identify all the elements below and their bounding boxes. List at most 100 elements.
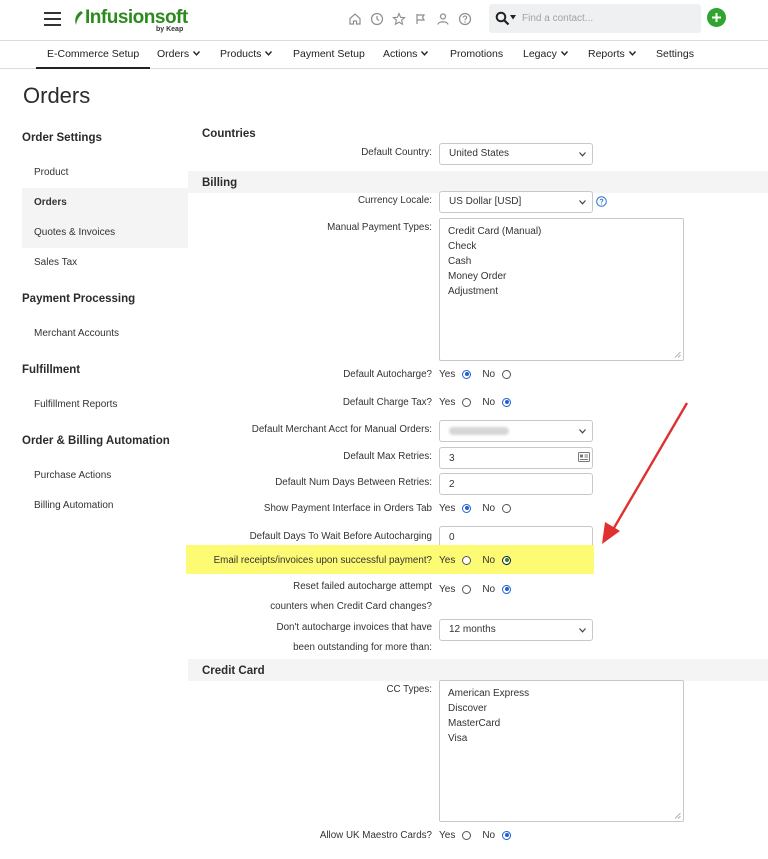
dont-autocharge-label-line-1: Don't autocharge invoices that have [276, 622, 432, 633]
chevron-down-icon [265, 51, 273, 56]
yes-label: Yes [439, 554, 456, 566]
nav-actions[interactable]: Actions [383, 41, 429, 69]
no-radio[interactable] [502, 830, 512, 840]
sidebar-item-product[interactable]: Product [22, 158, 188, 188]
yes-label: Yes [439, 396, 456, 408]
reset-failed-label-line-1: Reset failed autocharge attempt [293, 581, 432, 592]
no-radio[interactable] [502, 555, 512, 565]
sidebar-item-billing-automation[interactable]: Billing Automation [22, 491, 188, 521]
add-button[interactable] [707, 8, 726, 27]
contact-card-icon[interactable] [578, 452, 590, 462]
search-icon[interactable] [495, 11, 510, 26]
yes-radio[interactable] [462, 397, 472, 407]
yes-radio[interactable] [462, 555, 472, 565]
resize-handle-icon[interactable] [674, 812, 681, 819]
flag-icon[interactable] [413, 11, 429, 27]
list-item[interactable]: Adjustment [448, 284, 675, 299]
section-heading-countries: Countries [202, 128, 256, 140]
resize-handle-icon[interactable] [674, 351, 681, 358]
reset-failed-label: Reset failed autocharge attempt counters… [270, 577, 432, 617]
default-num-days-label: Default Num Days Between Retries: [275, 477, 432, 488]
no-label: No [482, 583, 496, 595]
currency-locale-label: Currency Locale: [357, 195, 432, 206]
page-title: Orders [23, 83, 91, 108]
default-max-retries-input[interactable] [439, 447, 593, 469]
no-radio[interactable] [502, 584, 512, 594]
nav-reports[interactable]: Reports [588, 41, 636, 69]
allow-maestro-label: Allow UK Maestro Cards? [319, 830, 432, 841]
no-radio[interactable] [502, 503, 512, 513]
sidebar-item-purchase-actions[interactable]: Purchase Actions [22, 461, 188, 491]
clock-icon[interactable] [369, 11, 385, 27]
list-item[interactable]: American Express [448, 686, 675, 701]
allow-maestro-radio: Yes No [439, 828, 522, 842]
sidebar-item-orders[interactable]: Orders [22, 188, 188, 218]
select-value: US Dollar [USD] [449, 196, 522, 207]
manual-payment-types-list[interactable]: Credit Card (Manual) Check Cash Money Or… [439, 218, 684, 361]
sidebar-item-merchant-accounts[interactable]: Merchant Accounts [22, 319, 188, 349]
star-icon[interactable] [391, 11, 407, 27]
no-radio[interactable] [502, 397, 512, 407]
yes-radio[interactable] [462, 584, 472, 594]
no-label: No [482, 554, 496, 566]
sidebar-item-fulfillment-reports[interactable]: Fulfillment Reports [22, 390, 188, 420]
nav-label: Legacy [523, 48, 557, 60]
no-radio[interactable] [502, 369, 512, 379]
annotation-arrow-icon [602, 402, 689, 544]
redacted-value [449, 427, 509, 435]
list-item[interactable]: Credit Card (Manual) [448, 224, 675, 239]
chevron-down-icon [421, 51, 429, 56]
list-item[interactable]: Visa [448, 731, 675, 746]
default-days-wait-label: Default Days To Wait Before Autocharging [249, 531, 432, 542]
show-payment-interface-radio: Yes No [439, 501, 522, 515]
default-charge-tax-label: Default Charge Tax? [342, 397, 432, 408]
nav-label: Settings [656, 48, 694, 60]
nav-ecommerce-setup[interactable]: E-Commerce Setup [36, 41, 151, 69]
plus-icon [712, 13, 721, 22]
sidebar-item-quotes-invoices[interactable]: Quotes & Invoices [22, 218, 188, 248]
yes-radio[interactable] [462, 830, 472, 840]
select-value: United States [449, 148, 510, 159]
help-icon[interactable] [457, 11, 473, 27]
hamburger-menu-icon[interactable] [44, 12, 61, 26]
person-icon[interactable] [435, 11, 451, 27]
list-item[interactable]: Money Order [448, 269, 675, 284]
manual-payment-types-label: Manual Payment Types: [327, 222, 432, 233]
logo-subtext: by Keap [156, 26, 184, 33]
nav-orders[interactable]: Orders [157, 41, 201, 69]
currency-locale-select[interactable]: US Dollar [USD] [439, 191, 593, 213]
default-country-select[interactable]: United States [439, 143, 593, 165]
select-value: 12 months [449, 624, 496, 635]
list-item[interactable]: Discover [448, 701, 675, 716]
cc-types-list[interactable]: American Express Discover MasterCard Vis… [439, 680, 684, 822]
nav-legacy[interactable]: Legacy [523, 41, 568, 69]
nav-label: Actions [383, 48, 418, 60]
home-icon[interactable] [347, 11, 363, 27]
nav-promotions[interactable]: Promotions [450, 41, 503, 69]
default-merchant-acct-select[interactable] [439, 420, 593, 442]
help-circle-icon[interactable] [596, 196, 607, 207]
nav-label: Orders [157, 48, 190, 60]
chevron-down-icon [193, 51, 201, 56]
nav-settings[interactable]: Settings [656, 41, 694, 69]
yes-radio[interactable] [462, 503, 472, 513]
list-item[interactable]: Cash [448, 254, 675, 269]
default-num-days-input[interactable] [439, 473, 593, 495]
yes-label: Yes [439, 829, 456, 841]
sidebar-item-sales-tax[interactable]: Sales Tax [22, 248, 188, 278]
yes-radio[interactable] [462, 369, 472, 379]
no-label: No [482, 829, 496, 841]
yes-label: Yes [439, 502, 456, 514]
search-input[interactable] [522, 8, 692, 29]
list-item[interactable]: MasterCard [448, 716, 675, 731]
nav-products[interactable]: Products [220, 41, 273, 69]
chevron-down-icon[interactable] [510, 15, 516, 20]
yes-label: Yes [439, 583, 456, 595]
list-item[interactable]: Check [448, 239, 675, 254]
nav-payment-setup[interactable]: Payment Setup [293, 41, 365, 69]
reset-failed-radio: Yes No [439, 582, 522, 596]
dont-autocharge-select[interactable]: 12 months [439, 619, 593, 641]
email-receipts-label: Email receipts/invoices upon successful … [213, 555, 432, 566]
chevron-down-icon [579, 152, 586, 157]
chevron-down-icon [560, 51, 568, 56]
